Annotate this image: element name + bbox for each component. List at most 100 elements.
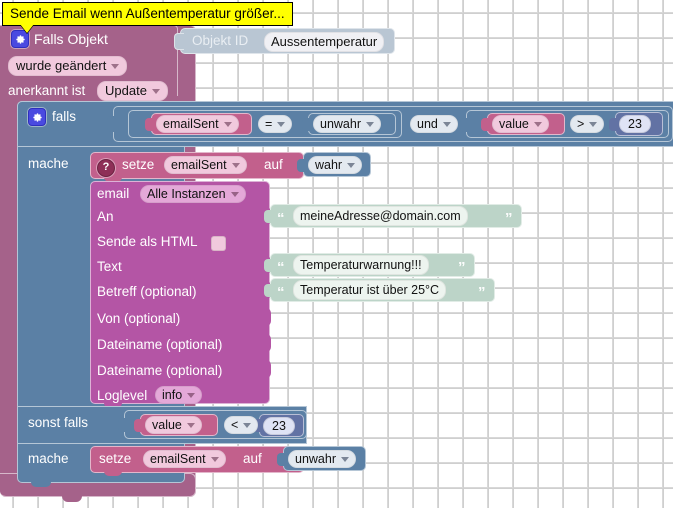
- chevron-down-icon: [230, 191, 239, 197]
- chevron-down-icon: [187, 392, 196, 398]
- chevron-down-icon: [223, 121, 232, 127]
- object-id-label: Objekt ID: [192, 33, 249, 48]
- compare-operator-value: <: [231, 418, 239, 432]
- text-block-an-notch: [264, 210, 272, 223]
- chevron-down-icon: [210, 456, 219, 462]
- variable-name: emailSent: [150, 452, 206, 466]
- compare-operator-value: =: [265, 117, 273, 131]
- email-socket-dateiname-2[interactable]: [261, 360, 271, 378]
- quote-open-icon-text: “: [277, 259, 284, 276]
- chevron-down-icon: [341, 456, 349, 462]
- quote-open-icon-an: “: [277, 210, 284, 227]
- email-socket-von[interactable]: [261, 308, 271, 326]
- ack-value: Update: [105, 83, 147, 98]
- email-value-betreff[interactable]: Temperatur ist über 25°C: [293, 280, 447, 300]
- text-block-betreff-notch: [264, 284, 272, 297]
- if-block-bottom-notch: [31, 481, 51, 487]
- quote-close-icon-betreff: ”: [478, 284, 485, 301]
- number-notch-1: [609, 118, 617, 131]
- quote-close-icon-text: ”: [458, 259, 465, 276]
- if-label: falls: [52, 109, 77, 124]
- boolean-wahr-dropdown[interactable]: wahr: [308, 156, 363, 174]
- set-false-variable-dropdown[interactable]: emailSent: [143, 450, 226, 468]
- variable-name: emailSent: [163, 117, 219, 131]
- tooltip: Sende Email wenn Außentemperatur größer.…: [2, 2, 293, 26]
- chevron-down-icon: [366, 121, 374, 127]
- chevron-down-icon: [277, 121, 286, 127]
- boolean-dropdown-2[interactable]: unwahr: [288, 450, 356, 468]
- variable-dropdown-emailsent-1[interactable]: emailSent: [156, 115, 239, 133]
- compare-notch-2: [460, 118, 468, 132]
- set-variable-notch-false: [104, 471, 122, 476]
- send-as-html-checkbox[interactable]: [211, 236, 226, 251]
- set-true-question-icon-wrap: ?: [97, 157, 115, 177]
- compare-operator-else[interactable]: <: [224, 416, 259, 434]
- email-row-label-an: An: [97, 209, 114, 224]
- number-value-2[interactable]: 23: [263, 417, 295, 435]
- set-true-auf-label: auf: [264, 157, 283, 172]
- text-block-text-notch: [264, 259, 272, 272]
- logic-operator-value: und: [417, 117, 438, 131]
- email-row-label-dateiname-2: Dateiname (optional): [97, 363, 223, 378]
- email-instance-dropdown[interactable]: Alle Instanzen: [140, 185, 246, 203]
- email-loglevel-label: Loglevel: [97, 388, 148, 403]
- email-row-label-dateiname-1: Dateiname (optional): [97, 337, 223, 352]
- email-instance-value: Alle Instanzen: [147, 187, 226, 201]
- email-loglevel-value: info: [162, 388, 183, 402]
- trigger-bottom-notch: [62, 495, 82, 502]
- set-true-verb: setze: [122, 157, 155, 172]
- boolean-value: wahr: [315, 158, 343, 172]
- trigger-condition-dropdown[interactable]: wurde geändert: [8, 56, 128, 76]
- variable-notch-1: [145, 118, 153, 131]
- trigger-condition-value: wurde geändert: [16, 58, 107, 73]
- email-row-label-html: Sende als HTML: [97, 234, 198, 249]
- variable-name: emailSent: [171, 158, 227, 172]
- email-socket-dateiname-1[interactable]: [261, 334, 271, 352]
- ack-dropdown[interactable]: Update: [97, 81, 168, 101]
- email-value-text[interactable]: Temperaturwarnung!!!: [293, 255, 429, 275]
- email-row-label-betreff: Betreff (optional): [97, 284, 197, 299]
- set-false-verb: setze: [99, 451, 132, 466]
- chevron-down-icon: [231, 162, 240, 168]
- variable-dropdown-value-2[interactable]: value: [145, 416, 202, 434]
- do-label: mache: [28, 156, 69, 171]
- compare-else-notch: [118, 418, 126, 432]
- set-true-variable-dropdown[interactable]: emailSent: [164, 156, 247, 174]
- question-icon[interactable]: ?: [97, 158, 115, 177]
- chevron-down-icon: [243, 422, 252, 428]
- variable-name: value: [152, 418, 182, 432]
- quote-close-icon-an: ”: [505, 210, 512, 227]
- and-left-notch: [107, 116, 115, 132]
- email-title: email: [97, 186, 130, 201]
- boolean-value: unwahr: [295, 452, 336, 466]
- email-loglevel-dropdown[interactable]: info: [155, 386, 203, 404]
- chevron-down-icon: [151, 88, 160, 94]
- boolean-notch-1: [302, 118, 310, 131]
- compare-operator-value: >: [577, 117, 585, 131]
- logic-operator-dropdown[interactable]: und: [410, 115, 458, 133]
- chevron-down-icon: [186, 422, 195, 428]
- email-row-label-von: Von (optional): [97, 311, 181, 326]
- variable-notch-2: [481, 118, 489, 131]
- chevron-down-icon: [111, 63, 120, 69]
- chevron-down-icon: [442, 121, 451, 127]
- boolean-notch-2: [277, 453, 285, 466]
- boolean-dropdown-1[interactable]: unwahr: [313, 115, 381, 133]
- compare-operator-2[interactable]: >: [570, 115, 605, 133]
- tooltip-pointer: [20, 24, 34, 33]
- object-id-value[interactable]: Aussentemperatur: [264, 32, 385, 52]
- number-value-1[interactable]: 23: [619, 115, 651, 133]
- chevron-down-icon: [533, 121, 542, 127]
- ack-label: anerkannt ist: [8, 83, 86, 98]
- variable-notch-3: [134, 419, 142, 432]
- trigger-title: Falls Objekt: [34, 31, 108, 47]
- variable-dropdown-value-1[interactable]: value: [492, 115, 549, 133]
- blockly-workspace[interactable]: Falls Objekt Objekt ID Aussentemperatur …: [0, 0, 673, 508]
- boolean-wahr-notch: [297, 159, 305, 172]
- email-row-label-text: Text: [97, 259, 122, 274]
- if-gear-icon-wrap: [28, 108, 46, 128]
- email-value-an[interactable]: meineAdresse@domain.com: [293, 206, 468, 226]
- else-if-label-top: sonst falls: [28, 415, 89, 430]
- chevron-down-icon: [589, 121, 598, 127]
- compare-operator-1[interactable]: =: [258, 115, 293, 133]
